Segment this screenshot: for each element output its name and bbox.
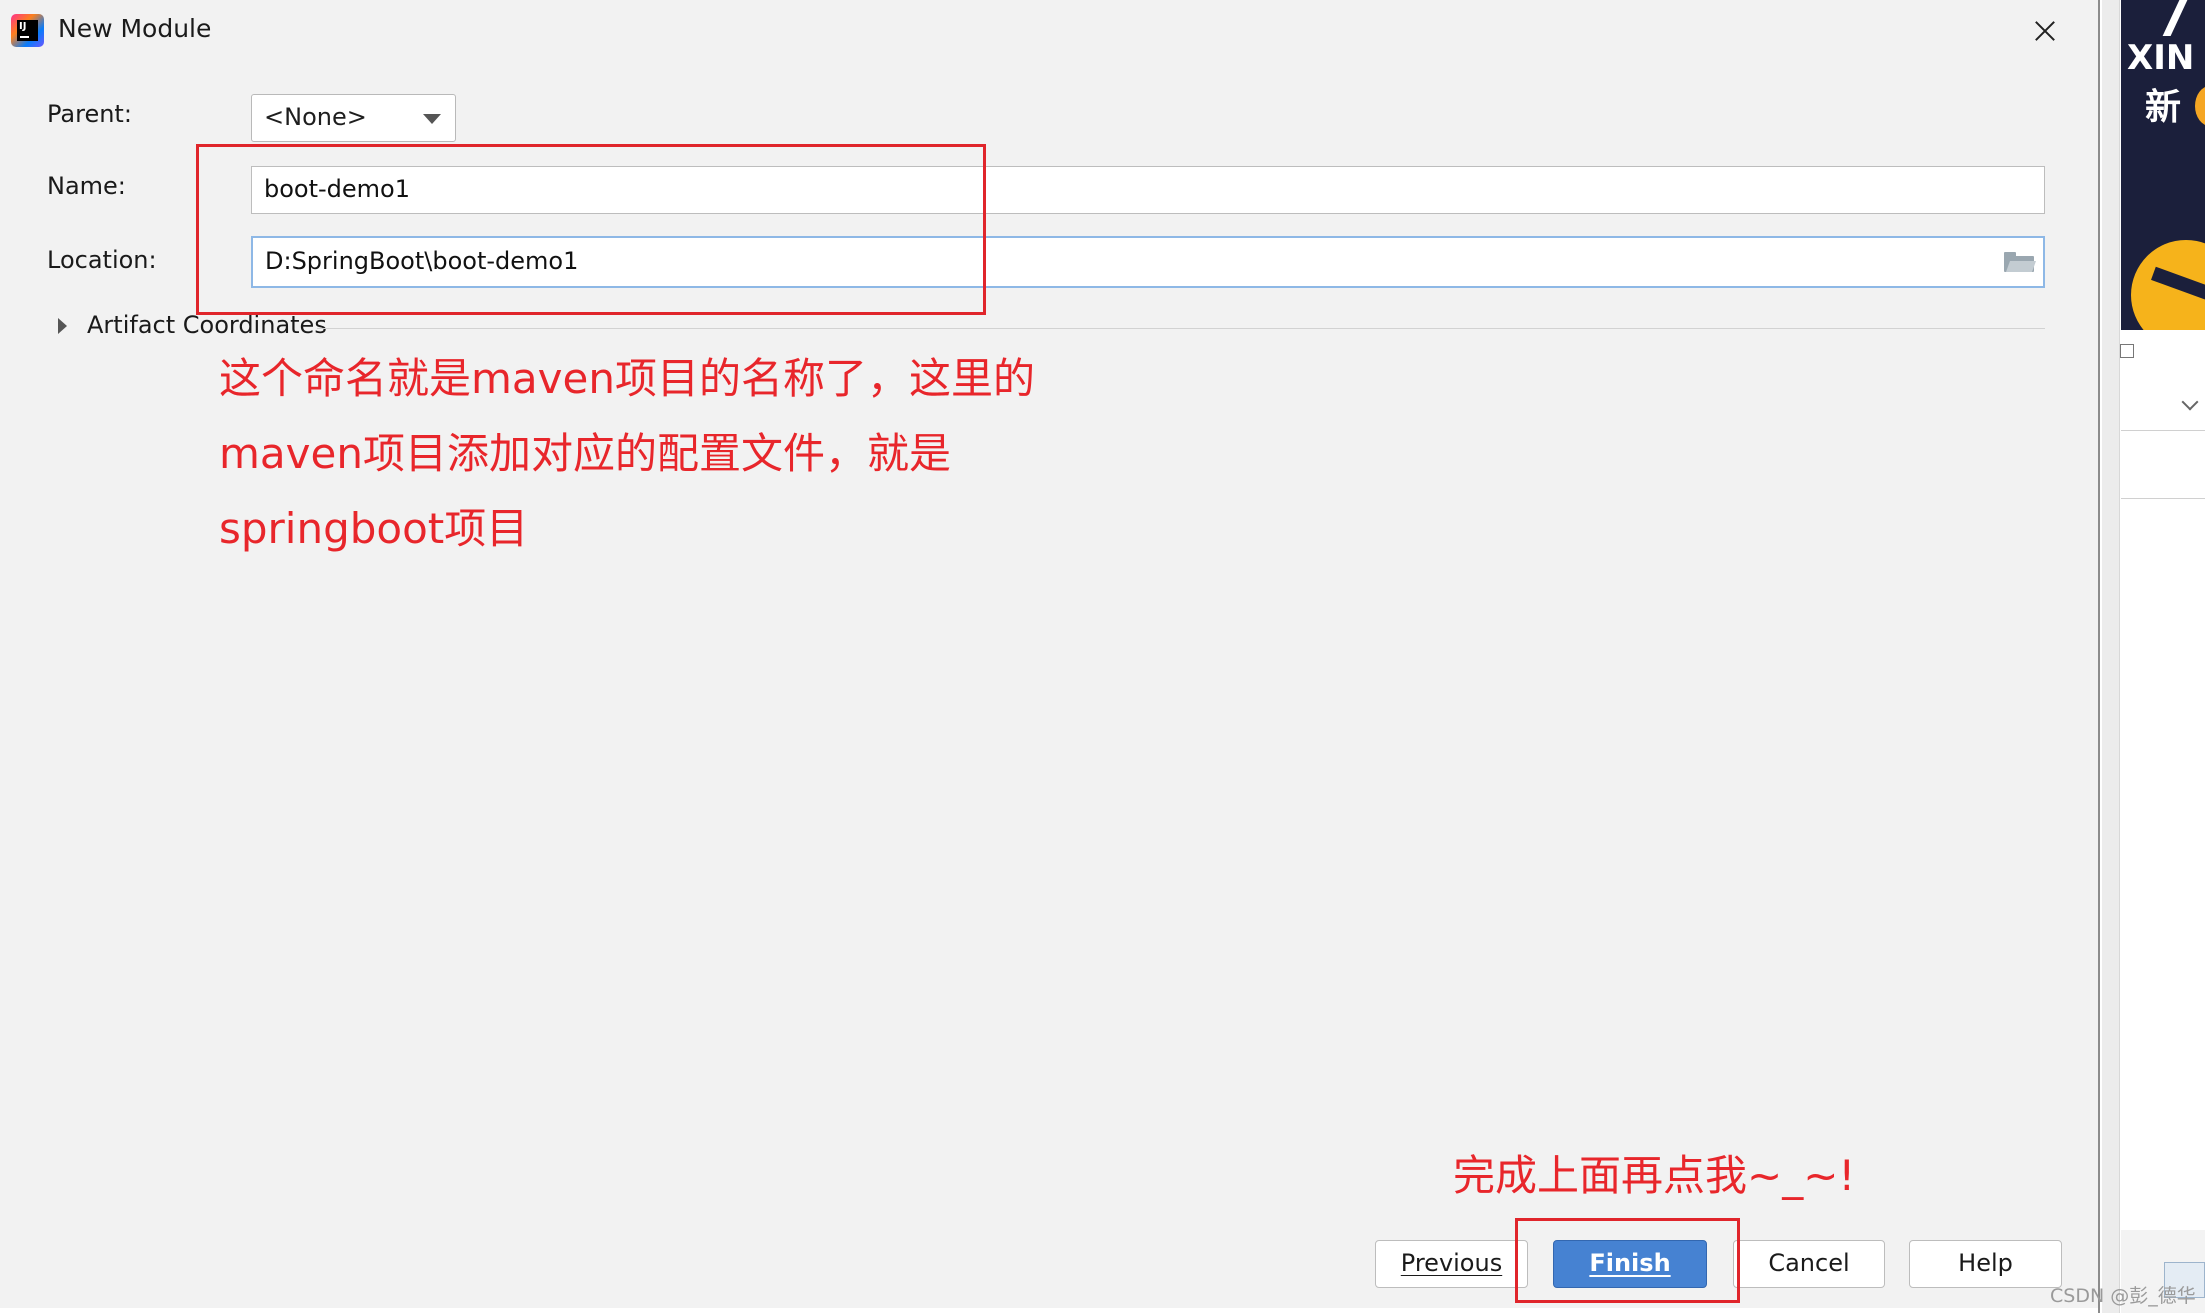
- section-divider: [317, 328, 2045, 329]
- annotation-line-2: maven项目添加对应的配置文件，就是: [219, 429, 951, 478]
- ad-orange-shape: [2195, 86, 2205, 126]
- expand-triangle-icon: [58, 318, 67, 334]
- folder-icon[interactable]: [2004, 252, 2037, 272]
- divider: [2121, 430, 2205, 431]
- artifact-coordinates-toggle[interactable]: Artifact Coordinates: [55, 311, 2045, 341]
- parent-select[interactable]: <None>: [251, 94, 456, 142]
- title-bar: IJ New Module: [0, 0, 2098, 62]
- parent-label: Parent:: [47, 100, 132, 128]
- annotation-finish-hint: 完成上面再点我~_~!: [1453, 1151, 1856, 1200]
- ad-slash-shape: [2162, 0, 2188, 36]
- dropdown-arrow-icon: [423, 114, 441, 124]
- parent-select-value: <None>: [264, 103, 367, 131]
- ad-text-xin-cn: 新: [2145, 87, 2182, 128]
- ad-text-xin: XIN: [2127, 38, 2195, 78]
- new-module-dialog: IJ New Module Parent: <None> Name: boot-…: [0, 0, 2100, 1313]
- annotation-line-1: 这个命名就是maven项目的名称了，这里的: [219, 354, 1035, 403]
- checkbox-icon: [2120, 344, 2134, 358]
- dialog-bottom-edge: [0, 1308, 2098, 1313]
- name-label: Name:: [47, 172, 126, 200]
- ad-orange-ball: [2131, 240, 2205, 330]
- dialog-title: New Module: [58, 14, 212, 43]
- artifact-coordinates-label: Artifact Coordinates: [87, 311, 327, 339]
- location-label: Location:: [47, 246, 157, 274]
- intellij-app-icon: IJ: [11, 14, 44, 47]
- background-ide-strip: XIN 新: [2102, 0, 2205, 1313]
- side-toolbar: [2102, 0, 2120, 1313]
- help-button[interactable]: Help: [1909, 1240, 2062, 1288]
- ad-banner[interactable]: XIN 新: [2121, 0, 2205, 330]
- cancel-button[interactable]: Cancel: [1733, 1240, 1885, 1288]
- csdn-watermark: CSDN @彭_德华: [2050, 1285, 2196, 1307]
- divider: [2121, 498, 2205, 499]
- previous-button[interactable]: Previous: [1375, 1240, 1528, 1288]
- chevron-down-icon: [2181, 393, 2199, 411]
- annotation-line-3: springboot项目: [219, 504, 529, 553]
- highlight-box-finish: [1515, 1218, 1740, 1303]
- close-icon[interactable]: [2020, 10, 2070, 50]
- highlight-box-name-location: [196, 144, 986, 315]
